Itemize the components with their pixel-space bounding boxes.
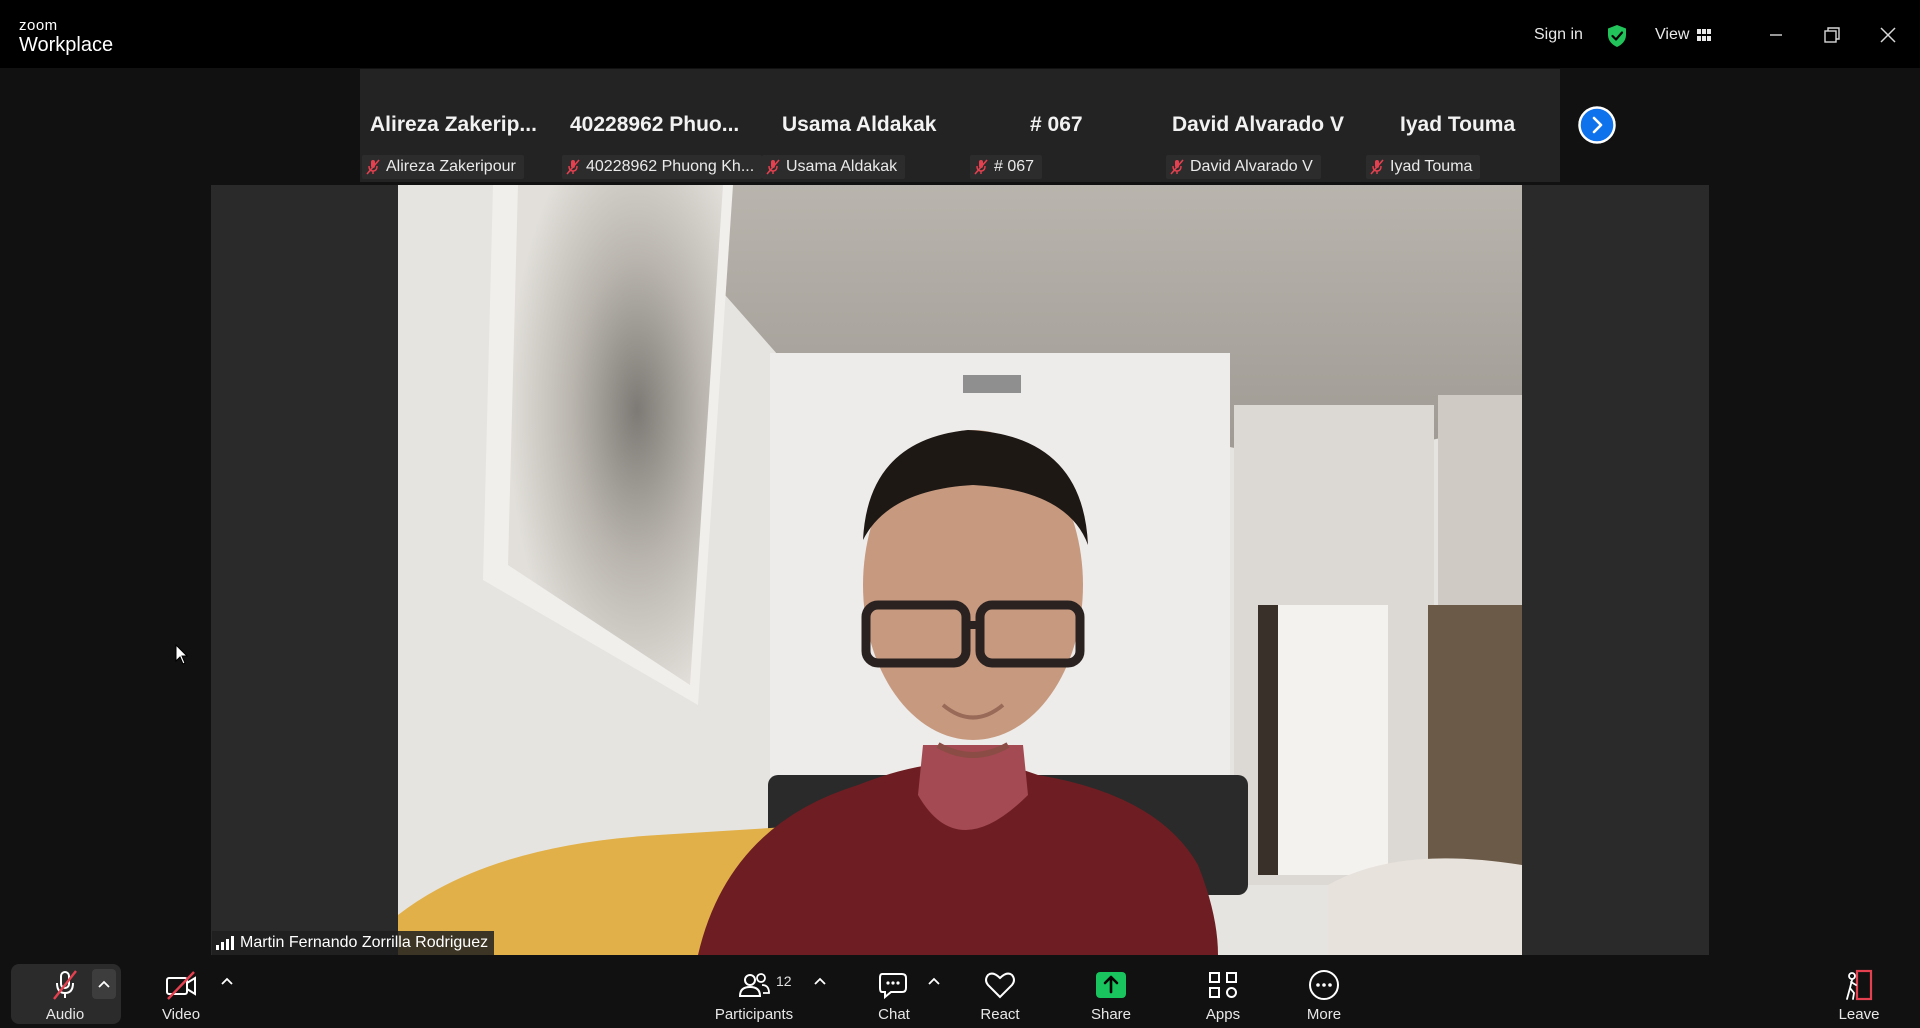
leave-button[interactable]: Leave [1834,955,1884,1028]
participants-options-caret[interactable] [808,969,832,993]
participant-name-tag: Iyad Touma [1366,155,1481,179]
next-page-button[interactable] [1578,106,1616,144]
participant-display-name: Alireza Zakerip... [370,113,537,136]
mic-off-icon [53,970,77,1000]
participant-display-name: Iyad Touma [1400,113,1516,136]
participants-button[interactable]: Participants [712,955,796,1028]
participant-tile[interactable]: Alireza Zakerip... Alireza Zakeripour [360,69,556,182]
participant-display-name: 40228962 Phuo... [570,113,740,136]
view-button[interactable]: View [1655,26,1689,44]
participant-name-label: Iyad Touma [1390,158,1473,175]
chat-icon [879,973,907,1000]
video-options-caret[interactable] [215,969,239,993]
more-label: More [1306,1006,1342,1023]
connection-signal-icon [216,936,234,950]
apps-button[interactable]: Apps [1198,955,1248,1028]
react-button[interactable]: React [974,955,1026,1028]
participants-label: Participants [714,1006,794,1023]
participant-strip: Alireza Zakerip... Alireza Zakeripour 40… [360,69,1560,182]
meeting-toolbar: Audio Video Participants 12 Chat React S… [0,955,1920,1028]
mic-off-icon [1170,159,1184,175]
close-icon[interactable] [1873,20,1903,50]
participant-name-tag: # 067 [970,155,1043,179]
participant-name-label: # 067 [994,158,1035,175]
chat-button[interactable]: Chat [869,955,919,1028]
apps-icon [1209,972,1237,998]
restore-icon[interactable] [1817,20,1847,50]
leave-label: Leave [1838,1006,1880,1023]
participant-tile[interactable]: # 067 # 067 [960,69,1156,182]
mic-off-icon [766,159,780,175]
chevron-up-icon [928,977,940,985]
share-label: Share [1090,1006,1132,1023]
participant-name-label: 40228962 Phuong Kh... [586,158,755,175]
participant-name-tag: David Alvarado V [1166,155,1321,179]
participant-name-label: David Alvarado V [1190,158,1313,175]
mouse-pointer-icon [175,644,189,665]
logo-workplace: Workplace [19,34,114,56]
chevron-up-icon [221,977,233,985]
sign-in-link[interactable]: Sign in [1534,26,1583,44]
more-options-icon [1309,970,1339,1000]
participants-icon [738,973,770,997]
participant-name-tag: Usama Aldakak [762,155,906,179]
participant-display-name: # 067 [1030,113,1083,136]
minimize-icon[interactable] [1761,20,1791,50]
participant-tile[interactable]: David Alvarado V David Alvarado V [1160,69,1356,182]
logo-zoom: zoom [19,17,58,34]
participant-display-name: David Alvarado V [1172,113,1344,136]
video-button[interactable]: Video [156,955,206,1028]
apps-label: Apps [1205,1006,1241,1023]
audio-label: Audio [45,1006,85,1023]
chat-label: Chat [878,1006,910,1023]
share-button[interactable]: Share [1085,955,1137,1028]
participant-tile[interactable]: Usama Aldakak Usama Aldakak [760,69,956,182]
participants-count-badge: 12 [776,973,792,989]
grid-view-icon[interactable] [1697,29,1711,41]
speaker-name-tag: Martin Fernando Zorrilla Rodriguez [212,931,495,955]
participant-name-label: Alireza Zakeripour [386,158,516,175]
audio-button[interactable]: Audio [40,955,90,1028]
title-bar: zoom Workplace Sign in View [0,0,1920,68]
audio-options-caret[interactable] [92,969,116,999]
heart-icon [985,972,1015,999]
react-label: React [980,1006,1020,1023]
speaker-name-label: Martin Fernando Zorrilla Rodriguez [240,934,489,951]
chat-options-caret[interactable] [922,969,946,993]
share-screen-icon [1096,972,1126,998]
participant-name-tag: 40228962 Phuong Kh... [562,155,763,179]
participant-display-name: Usama Aldakak [782,113,937,136]
participant-tile[interactable]: 40228962 Phuo... 40228962 Phuong Kh... [560,69,763,182]
mic-off-icon [366,159,380,175]
more-button[interactable]: More [1299,955,1349,1028]
shield-check-icon[interactable] [1606,24,1628,48]
chevron-up-icon [98,980,110,988]
mic-off-icon [974,159,988,175]
mic-off-icon [1370,159,1384,175]
participant-name-tag: Alireza Zakeripour [362,155,524,179]
mic-off-icon [566,159,580,175]
video-label: Video [161,1006,201,1023]
participant-name-label: Usama Aldakak [786,158,898,175]
participant-tile[interactable]: Iyad Touma Iyad Touma [1360,69,1556,182]
app-logo: zoom Workplace [19,18,113,55]
chevron-up-icon [814,977,826,985]
speaker-video-feed [398,185,1522,955]
leave-door-icon [1846,969,1873,1001]
video-off-icon [166,971,196,1000]
